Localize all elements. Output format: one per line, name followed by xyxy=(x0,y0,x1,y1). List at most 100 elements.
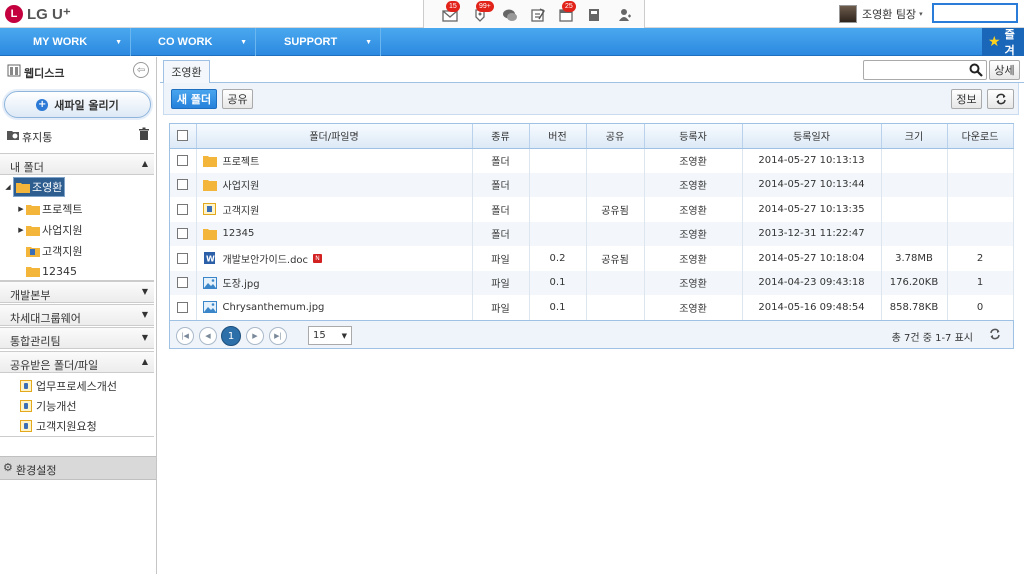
tab-current-folder[interactable]: 조영환 xyxy=(163,60,210,84)
trash-item[interactable]: 휴지통 xyxy=(0,126,156,144)
section-shared[interactable]: 공유받은 폴더/파일 ▲ xyxy=(0,351,154,373)
row-checkbox[interactable] xyxy=(177,252,189,264)
page-size-select[interactable]: 15 ▼ xyxy=(308,326,352,345)
calendar-icon[interactable]: 25 xyxy=(558,1,576,23)
shared-item[interactable]: 고객지원요청 xyxy=(20,417,97,435)
column-header-owner[interactable]: 등록자 xyxy=(644,124,743,149)
mail-icon[interactable]: 15 xyxy=(442,1,460,23)
column-header-date[interactable]: 등록일자 xyxy=(742,124,882,149)
cell-downloads: 1 xyxy=(947,270,1014,295)
tree-item-project[interactable]: ▶ 프로젝트 xyxy=(16,200,82,218)
settings-button[interactable]: ⚙ 환경설정 xyxy=(0,456,156,480)
top-bar: L LG U⁺ 15 99+ 25 조영환 팀장 ▾ xyxy=(0,0,1024,28)
nav-co-work[interactable]: CO WORK ▼ xyxy=(131,28,256,56)
notebook-icon[interactable] xyxy=(586,7,602,23)
tree-item-customer[interactable]: 고객지원 xyxy=(26,242,82,260)
webdisk-icon xyxy=(7,64,21,77)
select-all-cell[interactable] xyxy=(170,124,197,149)
section-dev[interactable]: 개발본부 ▼ xyxy=(0,281,154,303)
main-nav: MY WORK ▼ CO WORK ▼ SUPPORT ▼ ★ 즐겨 xyxy=(0,28,1024,57)
calendar-badge: 25 xyxy=(562,1,576,12)
current-page-button[interactable]: 1 xyxy=(221,326,241,346)
table-row[interactable]: Chrysanthemum.jpg 파일 0.1 조영환 2014-05-16 … xyxy=(170,295,1014,320)
cell-owner: 조영환 xyxy=(644,295,743,320)
shared-item[interactable]: 업무프로세스개선 xyxy=(20,377,117,395)
file-name-link[interactable]: 프로젝트 xyxy=(223,153,260,168)
expand-icon[interactable]: ▶ xyxy=(16,226,26,234)
info-button[interactable]: 정보 xyxy=(951,89,982,109)
next-page-icon[interactable]: ▶ xyxy=(246,327,264,345)
expanded-icon: ◢ xyxy=(5,183,11,191)
trash-icon[interactable] xyxy=(138,127,150,141)
detail-search-button[interactable]: 상세 xyxy=(989,60,1020,80)
table-row[interactable]: 고객지원 폴더 공유됨 조영환 2014-05-27 10:13:35 xyxy=(170,197,1014,222)
upload-file-button[interactable]: + 새파일 올리기 xyxy=(4,91,151,118)
sidebar-title: 웹디스크 xyxy=(24,67,65,80)
user-menu[interactable]: 조영환 팀장 ▾ xyxy=(839,5,923,23)
section-integration[interactable]: 통합관리팀 ▼ xyxy=(0,327,154,349)
new-folder-button[interactable]: 새 폴더 xyxy=(171,89,217,109)
select-all-checkbox[interactable] xyxy=(177,130,189,141)
tree-item-business[interactable]: ▶ 사업지원 xyxy=(16,221,82,239)
file-name-link[interactable]: 12345 xyxy=(223,228,255,239)
bell-icon[interactable]: 99+ xyxy=(472,1,494,23)
tree-item-12345[interactable]: 12345 xyxy=(26,262,77,280)
refresh-icon[interactable] xyxy=(989,328,1001,340)
last-page-icon[interactable]: ▶| xyxy=(269,327,287,345)
file-name-link[interactable]: 개발보안가이드.doc xyxy=(223,251,309,266)
cell-size xyxy=(881,221,948,246)
note-icon[interactable] xyxy=(530,7,546,23)
cell-type: 폴더 xyxy=(472,197,530,222)
file-name-link[interactable]: 사업지원 xyxy=(223,177,260,192)
row-checkbox[interactable] xyxy=(177,301,189,313)
column-header-type[interactable]: 종류 xyxy=(472,124,530,149)
file-name-link[interactable]: 고객지원 xyxy=(223,202,260,217)
file-search-input[interactable] xyxy=(863,60,987,80)
contact-icon[interactable] xyxy=(616,7,632,23)
share-button[interactable]: 공유 xyxy=(222,89,253,109)
refresh-button[interactable] xyxy=(987,89,1014,109)
column-header-size[interactable]: 크기 xyxy=(881,124,948,149)
detail-search-label: 상세 xyxy=(994,64,1015,77)
search-icon[interactable] xyxy=(969,63,983,77)
nav-my-work[interactable]: MY WORK ▼ xyxy=(0,28,131,56)
expand-icon[interactable]: ▶ xyxy=(16,205,26,213)
folder-icon xyxy=(26,204,40,215)
column-header-downloads[interactable]: 다운로드 xyxy=(947,124,1014,149)
tree-item-root[interactable]: ◢ 조영환 xyxy=(3,177,66,197)
global-search-input[interactable] xyxy=(932,3,1018,23)
table-row[interactable]: W 개발보안가이드.doc N 파일 0.2 공유됨 조영환 2014-05-27 … xyxy=(170,246,1014,271)
prev-page-icon[interactable]: ◀ xyxy=(199,327,217,345)
favorites-button[interactable]: ★ 즐겨 xyxy=(982,28,1024,57)
folder-icon xyxy=(26,266,40,277)
file-name-link[interactable]: Chrysanthemum.jpg xyxy=(223,302,325,313)
section-my-folder[interactable]: 내 폴더 ▲ xyxy=(0,153,154,175)
section-groupware[interactable]: 차세대그룹웨어 ▼ xyxy=(0,304,154,326)
row-checkbox[interactable] xyxy=(177,203,189,215)
first-page-icon[interactable]: |◀ xyxy=(176,327,194,345)
row-checkbox[interactable] xyxy=(177,277,189,288)
section-label: 공유받은 폴더/파일 xyxy=(10,359,99,372)
folder-icon xyxy=(26,225,40,236)
notification-icons: 15 99+ 25 xyxy=(423,0,645,28)
lg-uplus-logo[interactable]: L LG U⁺ xyxy=(5,4,71,24)
shared-item[interactable]: 기능개선 xyxy=(20,397,76,415)
chat-icon[interactable] xyxy=(502,7,518,23)
column-header-name[interactable]: 폴더/파일명 xyxy=(196,124,473,149)
table-row[interactable]: 12345 폴더 조영환 2013-12-31 11:22:47 xyxy=(170,221,1014,246)
column-header-share[interactable]: 공유 xyxy=(586,124,645,149)
column-header-version[interactable]: 버전 xyxy=(529,124,587,149)
file-name-link[interactable]: 도장.jpg xyxy=(223,275,260,290)
row-checkbox[interactable] xyxy=(177,179,189,190)
nav-support[interactable]: SUPPORT ▼ xyxy=(256,28,381,56)
tree-item-selected[interactable]: 조영환 xyxy=(13,177,66,197)
table-row[interactable]: 사업지원 폴더 조영환 2014-05-27 10:13:44 xyxy=(170,172,1014,197)
row-checkbox[interactable] xyxy=(177,154,189,166)
collapse-sidebar-icon[interactable]: ⇦ xyxy=(133,62,149,78)
cell-date: 2013-12-31 11:22:47 xyxy=(742,221,882,246)
row-checkbox[interactable] xyxy=(177,228,189,239)
shared-item-icon xyxy=(20,400,32,412)
table-row[interactable]: 프로젝트 폴더 조영환 2014-05-27 10:13:13 xyxy=(170,148,1014,173)
table-row[interactable]: 도장.jpg 파일 0.1 조영환 2014-04-23 09:43:18 17… xyxy=(170,270,1014,295)
cell-owner: 조영환 xyxy=(644,148,743,173)
